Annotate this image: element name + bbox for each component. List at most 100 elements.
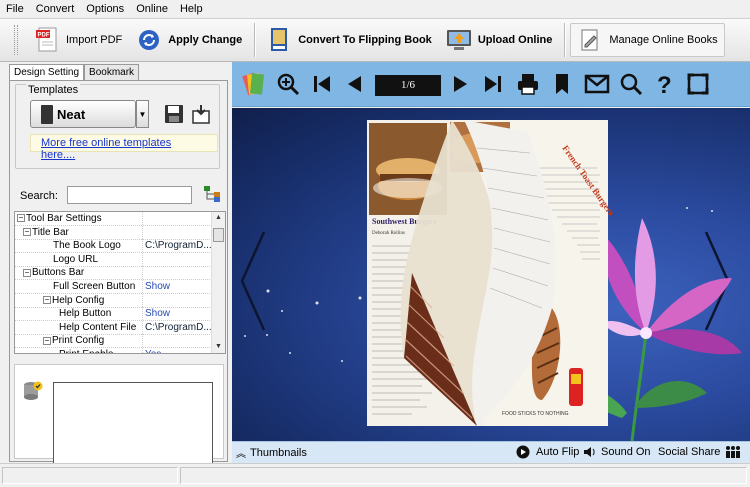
tree-row[interactable]: − Help Config [15,293,212,308]
last-page-icon[interactable] [479,70,507,98]
tree-row[interactable]: Help Button Show [15,307,212,322]
menu-convert[interactable]: Convert [36,3,75,15]
tree-key-label: Logo URL [53,253,99,265]
bookmark-icon[interactable] [548,70,576,98]
status-segment [180,467,747,484]
thumbnails-button[interactable]: ︽ Thumbnails [236,445,307,461]
auto-flip-button[interactable]: Auto Flip [516,445,579,459]
collapse-icon[interactable]: − [23,227,31,236]
tree-value[interactable] [143,266,212,279]
import-pdf-label: Import PDF [66,34,123,46]
tree-row[interactable]: Logo URL [15,252,212,267]
main-toolbar: PDF Import PDF Apply Change Convert To F… [0,18,750,62]
template-preview [53,382,213,472]
tree-row[interactable]: − Buttons Bar [15,266,212,281]
tree-value[interactable] [143,253,212,266]
email-icon[interactable] [583,70,611,98]
tree-row[interactable]: − Tool Bar Settings [15,212,212,226]
book-stage: Southwest Burgers Deborah Rollins French… [232,108,750,441]
tree-key: − Title Bar [15,225,143,239]
search-input[interactable] [67,186,192,204]
apply-change-button[interactable]: Apply Change [130,23,248,57]
tree-row[interactable]: − Title Bar [15,225,212,240]
social-share-button[interactable]: Social Share [658,445,741,459]
previous-page-icon[interactable] [340,70,368,98]
import-template-icon[interactable] [191,104,211,124]
tree-value[interactable] [143,212,212,225]
next-page-icon[interactable] [447,70,475,98]
tree-row[interactable]: Full Screen Button Show [15,280,212,294]
flipbook-icon [266,27,292,53]
book-stack-icon[interactable] [240,70,268,98]
settings-tree: − Tool Bar Settings − Title Bar The Book Log… [14,211,226,354]
tree-key: − Tool Bar Settings [15,212,143,225]
thumbnails-label: Thumbnails [250,446,307,459]
sound-on-button[interactable]: Sound On [583,445,651,459]
tree-row[interactable]: The Book Logo C:\ProgramD... [15,239,212,254]
collapse-icon[interactable]: − [43,295,51,304]
scroll-down-arrow[interactable]: ▼ [212,341,225,353]
manage-online-books-button[interactable]: Manage Online Books [570,23,725,57]
tree-key: Full Screen Button [15,280,143,293]
play-icon [516,445,530,459]
upload-online-button[interactable]: Upload Online [440,23,559,57]
tree-value[interactable]: Show [143,280,212,293]
search-icon[interactable] [617,70,645,98]
template-name: Neat [57,106,86,122]
tree-expand-icon[interactable] [203,185,221,203]
first-page-icon[interactable] [308,70,336,98]
toolbar-separator [254,23,257,57]
print-icon[interactable] [514,70,542,98]
scroll-thumb[interactable] [213,228,224,242]
tree-key: The Book Logo [15,239,143,253]
auto-flip-label: Auto Flip [536,446,580,458]
toolbar-grip [14,25,18,55]
fullscreen-icon[interactable] [684,70,712,98]
template-select-button[interactable]: Neat [30,100,136,128]
save-template-icon[interactable] [164,104,184,124]
help-icon[interactable]: ? [650,70,678,98]
menu-file[interactable]: File [6,3,24,15]
tree-key: Help Button [15,307,143,321]
svg-text:PDF: PDF [38,33,50,39]
tree-row[interactable]: − Print Config [15,334,212,349]
tree-value[interactable] [143,294,212,307]
more-templates-link[interactable]: More free online templates here.... [30,134,218,161]
tree-row[interactable]: Help Content File C:\ProgramD... [15,320,212,335]
spray-can [569,368,583,406]
page-indicator[interactable]: 1/6 [375,75,441,96]
tree-value[interactable]: C:\ProgramD... [143,239,212,252]
menu-online[interactable]: Online [136,3,168,15]
tree-value[interactable] [143,226,212,239]
convert-button[interactable]: Convert To Flipping Book [260,23,438,57]
tree-key-label: Tool Bar Settings [26,213,102,224]
book-icon [41,105,53,124]
collapse-icon[interactable]: − [23,268,31,277]
apply-change-label: Apply Change [168,34,243,46]
manage-icon [577,27,603,53]
social-share-label: Social Share [658,446,721,458]
viewer-toolbar: 1/6 ? [232,62,750,107]
zoom-in-icon[interactable] [274,70,302,98]
speaker-icon [584,447,595,457]
convert-label: Convert To Flipping Book [298,34,432,46]
tree-key-label: Print Config [52,335,105,347]
template-dropdown-arrow[interactable]: ▼ [136,100,149,128]
tree-key: Logo URL [15,252,143,266]
status-segment [2,467,178,484]
tree-value[interactable] [143,334,212,347]
tree-value[interactable]: Yes [143,348,212,353]
tab-bookmark[interactable]: Bookmark [84,64,140,81]
tree-scrollbar[interactable]: ▲ ▼ [211,212,225,353]
tree-value[interactable]: Show [143,307,212,320]
stage-prev-arrow[interactable] [240,231,266,331]
menu-help[interactable]: Help [180,3,203,15]
import-pdf-button[interactable]: PDF Import PDF [28,23,128,57]
scroll-up-arrow[interactable]: ▲ [212,212,225,224]
collapse-icon[interactable]: − [17,214,25,223]
tree-row[interactable]: Print Enable Yes [15,348,212,353]
tree-value[interactable]: C:\ProgramD... [143,321,212,334]
collapse-icon[interactable]: − [43,336,51,345]
tree-key: − Help Config [15,293,143,307]
menu-options[interactable]: Options [86,3,124,15]
